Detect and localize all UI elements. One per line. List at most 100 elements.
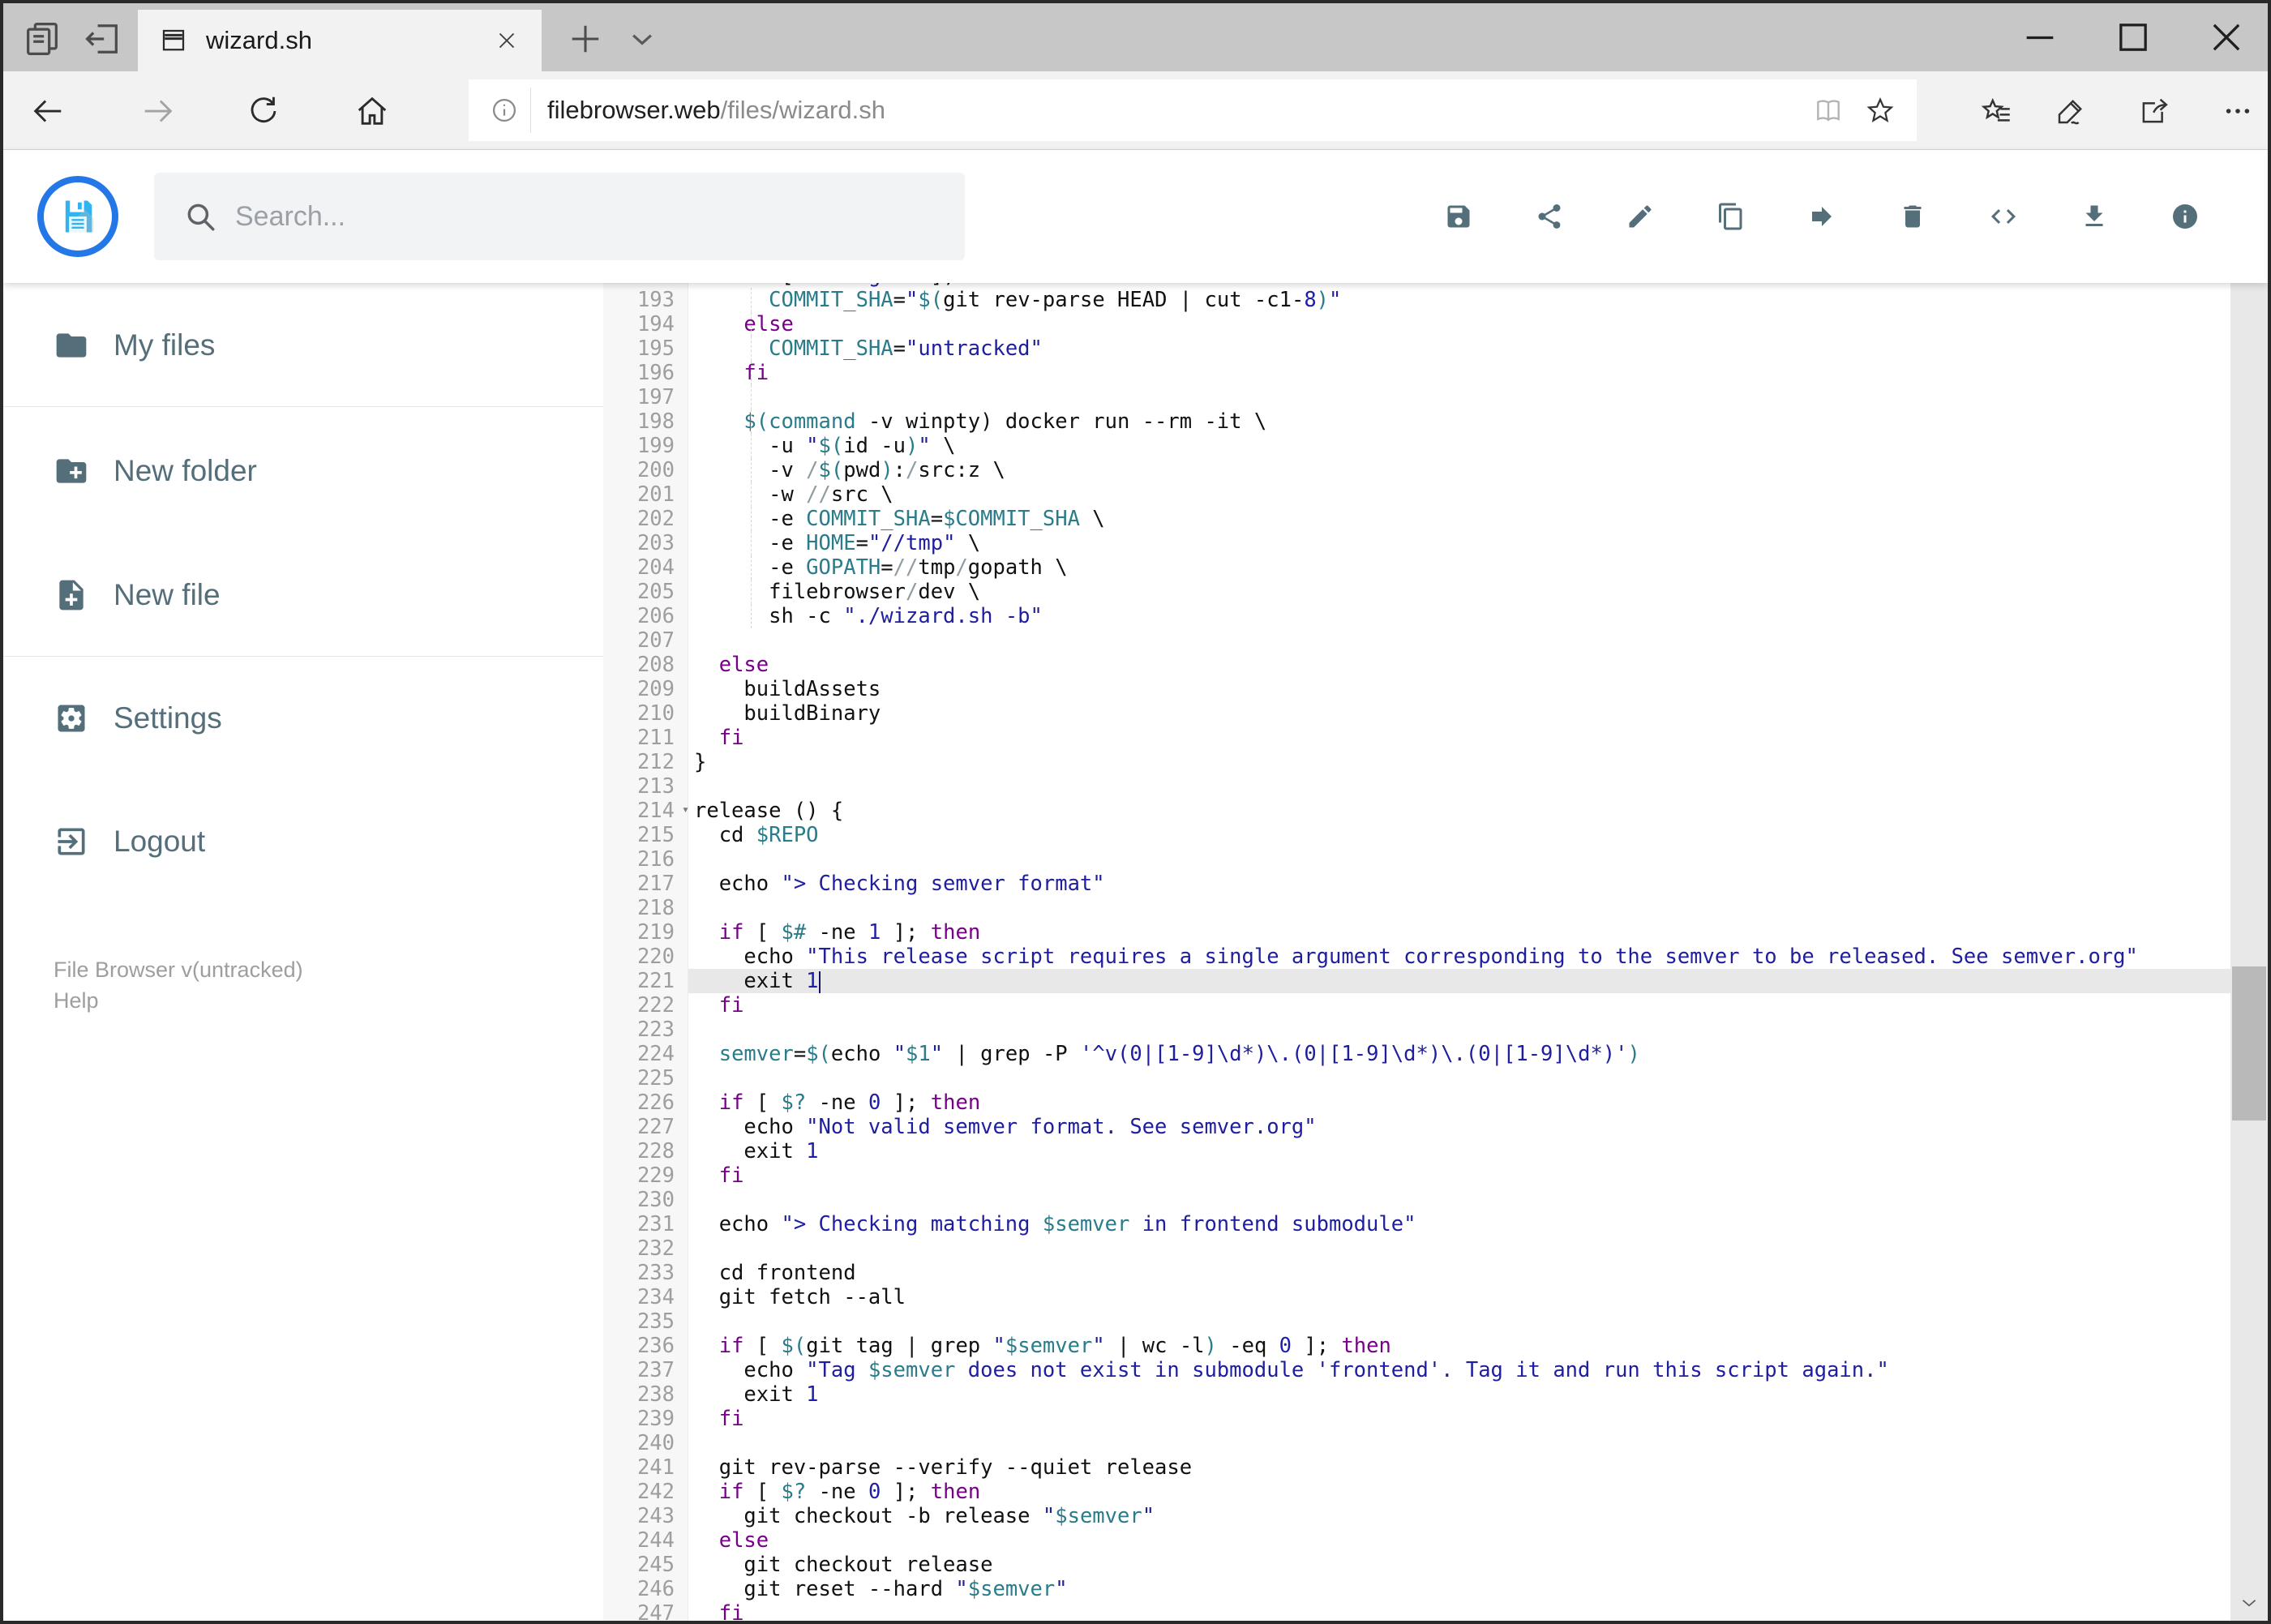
window-maximize-button[interactable] xyxy=(2110,15,2156,60)
share-icon[interactable] xyxy=(1535,202,1564,231)
home-icon[interactable] xyxy=(354,92,391,130)
code-text: git reset --hard "$semver" xyxy=(694,1577,1068,1601)
code-line[interactable]: 231 echo "> Checking matching $semver in… xyxy=(603,1212,2230,1236)
code-line[interactable]: 235 xyxy=(603,1309,2230,1334)
code-line[interactable]: 217 echo "> Checking semver format" xyxy=(603,872,2230,896)
move-icon[interactable] xyxy=(1807,202,1836,231)
forward-icon[interactable] xyxy=(139,92,177,130)
code-line[interactable]: 202 -e COMMIT_SHA=$COMMIT_SHA \ xyxy=(603,507,2230,531)
tab-close-icon[interactable] xyxy=(493,27,521,54)
code-line[interactable]: 200 -v /$(pwd):/src:z \ xyxy=(603,458,2230,482)
download-icon[interactable] xyxy=(2080,202,2109,231)
code-line[interactable]: 216 xyxy=(603,847,2230,872)
sidebar-item-logout[interactable]: Logout xyxy=(3,808,603,876)
code-line[interactable]: 227 echo "Not valid semver format. See s… xyxy=(603,1115,2230,1139)
code-line[interactable]: 242 if [ $? -ne 0 ]; then xyxy=(603,1480,2230,1504)
code-line[interactable]: 204 -e GOPATH=//tmp/gopath \ xyxy=(603,555,2230,580)
code-line[interactable]: 223 xyxy=(603,1018,2230,1042)
help-link[interactable]: Help xyxy=(54,988,99,1013)
code-line[interactable]: 214 ▾ release () { xyxy=(603,799,2230,823)
code-line[interactable]: 211 fi xyxy=(603,726,2230,750)
code-line[interactable]: 221 exit 1 xyxy=(603,969,2230,993)
url-field[interactable]: filebrowser.web/files/wizard.sh xyxy=(469,79,1917,141)
code-line[interactable]: 220 echo "This release script requires a… xyxy=(603,945,2230,969)
code-line[interactable]: 194 else xyxy=(603,312,2230,336)
code-line[interactable]: 206 sh -c "./wizard.sh -b" xyxy=(603,604,2230,628)
code-line[interactable]: 196 fi xyxy=(603,361,2230,385)
window-minimize-button[interactable] xyxy=(2017,15,2063,60)
page-scrollbar[interactable] xyxy=(2230,150,2268,1621)
source-code-icon[interactable] xyxy=(1989,202,2018,231)
code-line[interactable]: 195 COMMIT_SHA="untracked" xyxy=(603,336,2230,361)
tab-list-chevron-icon[interactable] xyxy=(621,18,663,60)
code-line[interactable]: 236 if [ $(git tag | grep "$semver" | wc… xyxy=(603,1334,2230,1358)
sidebar-item-settings[interactable]: Settings xyxy=(3,684,603,752)
code-line[interactable]: 212} xyxy=(603,750,2230,774)
refresh-icon[interactable] xyxy=(245,92,282,130)
code-line[interactable]: 232 xyxy=(603,1236,2230,1261)
site-info-icon[interactable] xyxy=(490,96,519,125)
code-line[interactable]: 208 else xyxy=(603,653,2230,677)
code-line[interactable]: 199 -u "$(id -u)" \ xyxy=(603,434,2230,458)
code-line[interactable]: 229 fi xyxy=(603,1163,2230,1188)
search-bar[interactable] xyxy=(154,173,965,260)
scroll-down-icon[interactable] xyxy=(2230,1587,2268,1619)
code-line[interactable]: 239 fi xyxy=(603,1407,2230,1431)
browser-tab[interactable]: wizard.sh xyxy=(138,10,542,71)
code-line[interactable]: 203 -e HOME="//tmp" \ xyxy=(603,531,2230,555)
set-tabs-aside-icon[interactable] xyxy=(81,18,123,60)
code-line[interactable]: 246 git reset --hard "$semver" xyxy=(603,1577,2230,1601)
code-line[interactable]: 225 xyxy=(603,1066,2230,1091)
favorites-hub-icon[interactable] xyxy=(1980,94,2014,128)
reading-view-icon[interactable] xyxy=(1813,95,1844,126)
code-line[interactable]: 222 fi xyxy=(603,993,2230,1018)
code-line[interactable]: 205 filebrowser/dev \ xyxy=(603,580,2230,604)
code-line[interactable]: 230 xyxy=(603,1188,2230,1212)
scrollbar-thumb[interactable] xyxy=(2232,966,2266,1121)
code-line[interactable]: 237 echo "Tag $semver does not exist in … xyxy=(603,1358,2230,1382)
code-editor[interactable]: 192 if [ -d ".git" ]; then193 COMMIT_SHA… xyxy=(603,283,2230,1621)
web-note-icon[interactable] xyxy=(2054,94,2088,128)
code-line[interactable]: 243 git checkout -b release "$semver" xyxy=(603,1504,2230,1528)
code-line[interactable]: 240 xyxy=(603,1431,2230,1455)
code-line[interactable]: 245 git checkout release xyxy=(603,1553,2230,1577)
sidebar-item-new-file[interactable]: New file xyxy=(3,561,603,629)
save-icon[interactable] xyxy=(1444,202,1473,231)
info-icon[interactable] xyxy=(2170,202,2200,231)
code-line[interactable]: 215 cd $REPO xyxy=(603,823,2230,847)
back-icon[interactable] xyxy=(29,92,66,130)
code-line[interactable]: 210 buildBinary xyxy=(603,701,2230,726)
code-line[interactable]: 193 COMMIT_SHA="$(git rev-parse HEAD | c… xyxy=(603,288,2230,312)
favorite-star-icon[interactable] xyxy=(1865,95,1896,126)
code-line[interactable]: 226 if [ $? -ne 0 ]; then xyxy=(603,1091,2230,1115)
copy-icon[interactable] xyxy=(1716,202,1746,231)
code-line[interactable]: 201 -w //src \ xyxy=(603,482,2230,507)
code-line[interactable]: 207 xyxy=(603,628,2230,653)
tab-preview-icon[interactable] xyxy=(21,18,63,60)
code-line[interactable]: 213 xyxy=(603,774,2230,799)
code-line[interactable]: 234 git fetch --all xyxy=(603,1285,2230,1309)
code-line[interactable]: 241 git rev-parse --verify --quiet relea… xyxy=(603,1455,2230,1480)
more-actions-icon[interactable] xyxy=(2221,94,2255,128)
code-line[interactable]: 247 fi xyxy=(603,1601,2230,1621)
rename-icon[interactable] xyxy=(1626,202,1655,231)
code-line[interactable]: 198 $(command -v winpty) docker run --rm… xyxy=(603,409,2230,434)
filebrowser-logo-icon[interactable] xyxy=(37,176,118,257)
code-line[interactable]: 209 buildAssets xyxy=(603,677,2230,701)
code-line[interactable]: 197 xyxy=(603,385,2230,409)
code-line[interactable]: 224 semver=$(echo "$1" | grep -P '^v(0|[… xyxy=(603,1042,2230,1066)
share-page-icon[interactable] xyxy=(2137,94,2171,128)
code-line[interactable]: 218 xyxy=(603,896,2230,920)
code-line[interactable]: 219 if [ $# -ne 1 ]; then xyxy=(603,920,2230,945)
new-tab-button[interactable] xyxy=(564,18,606,60)
code-line[interactable]: 244 else xyxy=(603,1528,2230,1553)
window-close-button[interactable] xyxy=(2204,15,2249,60)
search-input[interactable] xyxy=(235,200,965,233)
code-line[interactable]: 238 exit 1 xyxy=(603,1382,2230,1407)
code-line[interactable]: 228 exit 1 xyxy=(603,1139,2230,1163)
delete-icon[interactable] xyxy=(1898,202,1927,231)
sidebar-item-new-folder[interactable]: New folder xyxy=(3,437,603,505)
sidebar-item-my-files[interactable]: My files xyxy=(3,311,603,379)
code-line[interactable]: 233 cd frontend xyxy=(603,1261,2230,1285)
line-number: 239 xyxy=(636,1407,675,1431)
